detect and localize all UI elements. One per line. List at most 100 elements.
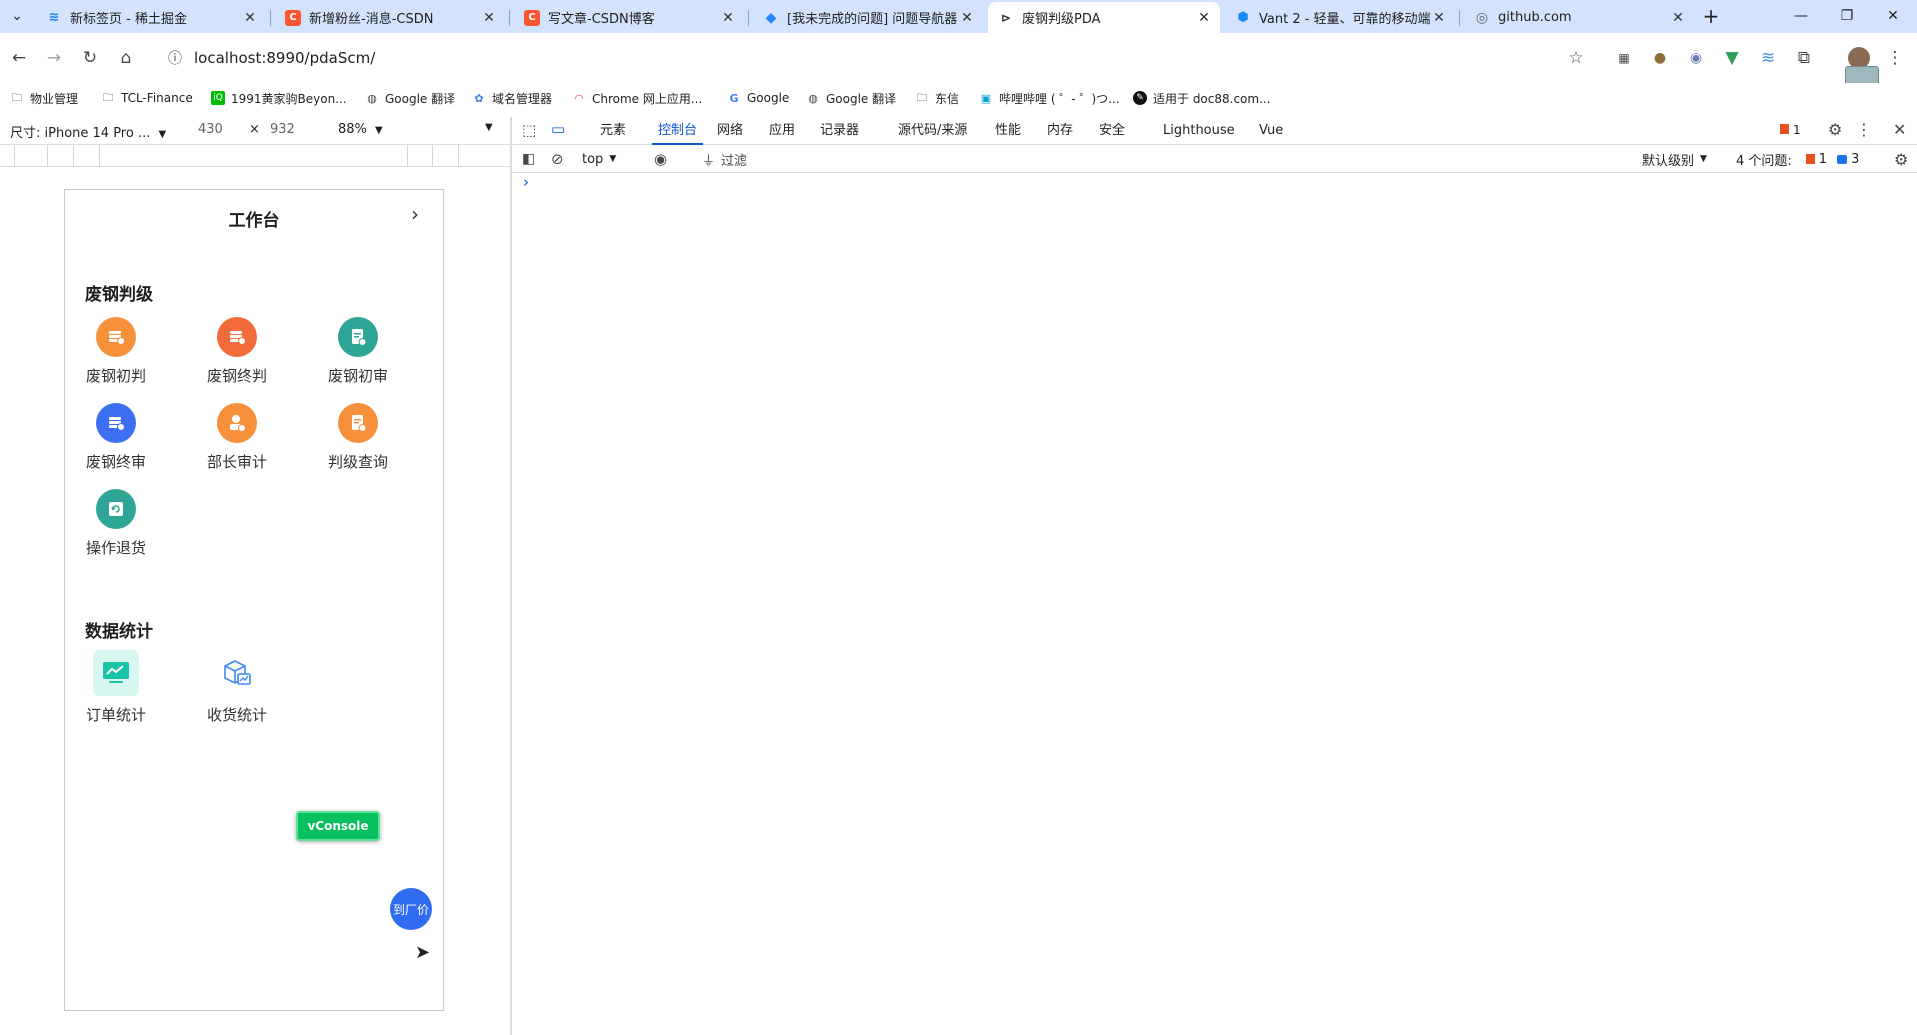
context-select[interactable]: top ▼ <box>582 145 616 173</box>
ruler-segment[interactable] <box>73 145 74 167</box>
browser-tab-6[interactable]: ◎ github.com ✕ <box>1464 2 1694 33</box>
bookmark-star-icon[interactable]: ☆ <box>1560 42 1592 74</box>
close-icon[interactable]: ✕ <box>481 10 497 26</box>
bookmark-item[interactable]: 🗀 东信 <box>915 88 960 108</box>
close-window-button[interactable]: ✕ <box>1870 0 1916 32</box>
device-toggle-icon[interactable]: ▭ <box>551 120 565 138</box>
chevron-right-icon[interactable]: › <box>411 202 419 226</box>
app-item-final-grading[interactable]: 废钢终判 <box>187 317 287 386</box>
devtools-tab-performance[interactable]: 性能 <box>995 117 1021 145</box>
inspect-element-icon[interactable]: ⬚ <box>522 121 536 139</box>
factory-price-fab[interactable]: 到厂价 <box>390 888 432 930</box>
console-prompt[interactable]: › <box>523 173 529 191</box>
bookmark-item[interactable]: ◍ Google 翻译 <box>365 88 455 108</box>
vue-devtools-icon[interactable]: ▼ <box>1716 42 1748 74</box>
browser-menu-icon[interactable]: ⋮ <box>1879 42 1911 74</box>
close-icon[interactable]: ✕ <box>959 10 975 26</box>
devtools-tab-application[interactable]: 应用 <box>769 117 795 145</box>
console-output[interactable]: › <box>512 173 1917 1035</box>
close-devtools-icon[interactable]: ✕ <box>1893 120 1906 139</box>
ruler-segment[interactable] <box>407 145 408 167</box>
address-bar[interactable]: ⓘ localhost:8990/pdaScm/ <box>154 40 1594 76</box>
tab-search-button[interactable]: ⌄ <box>0 0 34 32</box>
minimize-button[interactable]: — <box>1778 0 1824 32</box>
device-width-input[interactable]: 430 <box>198 122 223 137</box>
devtools-tab-console[interactable]: 控制台 <box>652 117 704 145</box>
ruler-segment[interactable] <box>432 145 433 167</box>
devtools-tab-security[interactable]: 安全 <box>1099 117 1125 145</box>
more-options-icon[interactable]: ⋮ <box>1856 120 1872 139</box>
app-item-final-review[interactable]: 废钢终审 <box>66 403 166 472</box>
url-text[interactable]: localhost:8990/pdaScm/ <box>194 49 375 67</box>
app-item-initial-review[interactable]: 废钢初审 <box>308 317 408 386</box>
devtools-tab-recorder[interactable]: 记录器 <box>820 117 859 145</box>
close-icon[interactable]: ✕ <box>1431 10 1447 26</box>
app-item-label: 废钢终审 <box>85 453 146 471</box>
extension-compass-icon[interactable]: ◉ <box>1680 42 1712 74</box>
close-icon[interactable]: ✕ <box>242 10 258 26</box>
devtools-tab-sources[interactable]: 源代码/来源 <box>898 117 967 145</box>
close-icon[interactable]: ✕ <box>1670 10 1686 26</box>
browser-tab-4-active[interactable]: ⊳ 废钢判级PDA ✕ <box>988 2 1220 33</box>
ruler-segment[interactable] <box>14 145 15 167</box>
extension-layers-icon[interactable]: ≋ <box>1752 42 1784 74</box>
reload-button[interactable]: ↻ <box>74 42 106 74</box>
devtools-tab-vue[interactable]: Vue <box>1259 117 1283 145</box>
console-settings-gear-icon[interactable]: ⚙ <box>1894 145 1908 173</box>
app-item-grading-query[interactable]: 判级查询 <box>308 403 408 472</box>
browser-tab-1[interactable]: C 新增粉丝-消息-CSDN ✕ <box>275 2 505 33</box>
log-level-select[interactable]: 默认级别 ▼ <box>1642 145 1707 173</box>
device-select[interactable]: 尺寸: iPhone 14 Pro ... ▼ <box>10 122 166 141</box>
extension-qr-icon[interactable]: ▦ <box>1608 42 1640 74</box>
browser-tab-3[interactable]: ◆ [我未完成的问题] 问题导航器 - ✕ <box>753 2 983 33</box>
restore-button[interactable]: ❐ <box>1824 0 1870 32</box>
bookmark-item[interactable]: ◍ Google 翻译 <box>806 88 896 108</box>
media-query-ruler[interactable] <box>0 145 510 167</box>
new-tab-button[interactable]: + <box>1690 0 1732 32</box>
forward-button[interactable]: → <box>38 42 70 74</box>
bookmark-item[interactable]: ▣ 哔哩哔哩 ( ゜- ゜)つ... <box>979 88 1120 108</box>
ruler-segment[interactable] <box>47 145 48 167</box>
browser-tab-2[interactable]: C 写文章-CSDN博客 ✕ <box>514 2 744 33</box>
issues-button[interactable]: 4 个问题: 1 3 <box>1736 145 1859 173</box>
extensions-puzzle-icon[interactable]: ⧉ <box>1788 42 1820 74</box>
zoom-select[interactable]: 88% ▼ <box>338 122 383 137</box>
settings-gear-icon[interactable]: ⚙ <box>1828 120 1842 139</box>
extension-cookie-icon[interactable]: ● <box>1644 42 1676 74</box>
bookmark-item[interactable]: G Google <box>727 88 789 108</box>
app-item-return-goods[interactable]: 操作退货 <box>66 489 166 558</box>
bookmark-item[interactable]: ◠ Chrome 网上应用... <box>572 88 702 108</box>
app-item-receipt-stats[interactable]: 收货统计 <box>187 650 287 725</box>
ruler-segment[interactable] <box>99 145 100 167</box>
device-more-options-icon[interactable]: ▼ <box>485 122 493 133</box>
browser-tab-5[interactable]: ⬢ Vant 2 - 轻量、可靠的移动端... ✕ <box>1225 2 1455 33</box>
sidebar-toggle-icon[interactable]: ◧ <box>522 145 535 173</box>
bookmark-item[interactable]: ✎ 适用于 doc88.com... <box>1133 88 1271 108</box>
bookmark-item[interactable]: ✿ 域名管理器 <box>472 88 552 108</box>
error-count-badge[interactable]: 1 <box>1780 123 1801 137</box>
return-box-icon <box>96 489 136 529</box>
app-item-order-stats[interactable]: 订单统计 <box>66 650 166 725</box>
devtools-tab-memory[interactable]: 内存 <box>1047 117 1073 145</box>
devtools-tab-elements[interactable]: 元素 <box>600 117 626 145</box>
home-button[interactable]: ⌂ <box>110 42 142 74</box>
devtools-tab-lighthouse[interactable]: Lighthouse <box>1163 117 1235 145</box>
bookmark-item[interactable]: 🗀 TCL-Finance <box>101 88 193 108</box>
back-button[interactable]: ← <box>3 42 35 74</box>
live-expression-eye-icon[interactable]: ◉ <box>654 145 667 173</box>
clear-console-icon[interactable]: ⊘ <box>551 145 564 173</box>
close-icon[interactable]: ✕ <box>1196 10 1212 26</box>
ruler-segment[interactable] <box>458 145 459 167</box>
close-icon[interactable]: ✕ <box>720 10 736 26</box>
app-item-initial-grading[interactable]: 废钢初判 <box>66 317 166 386</box>
vconsole-button[interactable]: vConsole <box>296 811 380 841</box>
devtools-tab-network[interactable]: 网络 <box>717 117 743 145</box>
browser-tab-0[interactable]: ≋ 新标签页 - 稀土掘金 ✕ <box>36 2 266 33</box>
bookmark-item[interactable]: 🗀 物业管理 <box>10 88 79 108</box>
app-item-label: 废钢终判 <box>206 367 267 385</box>
site-info-icon[interactable]: ⓘ <box>168 48 182 68</box>
bookmark-item[interactable]: iQ 1991黄家驹Beyon... <box>211 88 347 108</box>
filter-input[interactable]: ⏚ 过滤 <box>702 145 747 173</box>
device-height-input[interactable]: 932 <box>270 122 295 137</box>
app-item-minister-audit[interactable]: 部长审计 <box>187 403 287 472</box>
